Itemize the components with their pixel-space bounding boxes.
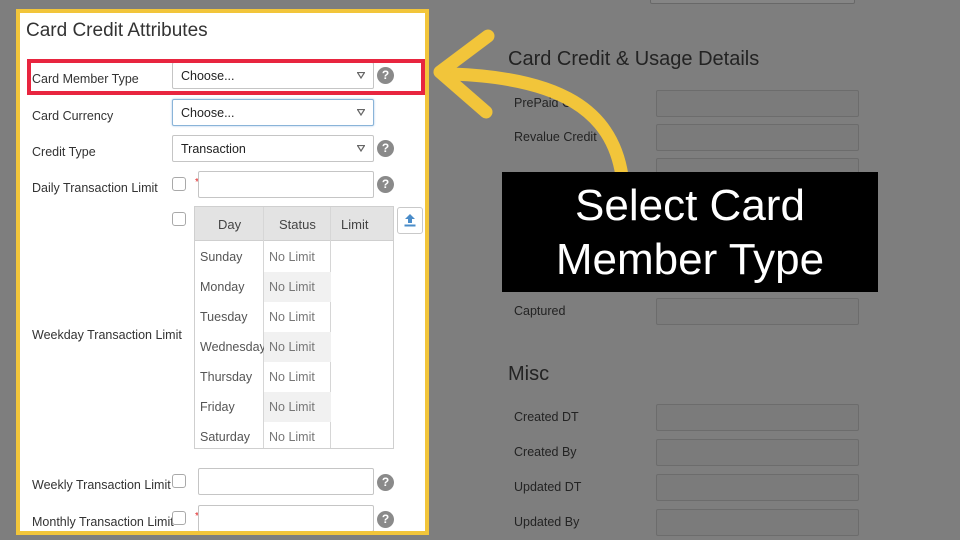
status-cell[interactable]: No Limit	[264, 422, 331, 452]
status-text: No Limit	[269, 400, 315, 414]
status-cell[interactable]: No Limit	[264, 392, 331, 422]
table-row: Wednesday No Limit	[195, 332, 393, 362]
table-header: Day Status Limit	[195, 207, 393, 241]
status-text: No Limit	[269, 370, 315, 384]
callout-line-1: Select Card	[575, 181, 805, 230]
status-text: No Limit	[269, 310, 315, 324]
status-cell[interactable]: No Limit	[264, 362, 331, 392]
chevron-down-icon	[357, 109, 365, 116]
help-icon[interactable]: ?	[377, 511, 394, 528]
day-cell: Tuesday	[200, 310, 248, 324]
day-cell: Wednesday	[200, 340, 266, 354]
daily-limit-row: Daily Transaction Limit * ?	[20, 171, 425, 201]
help-icon[interactable]: ?	[377, 140, 394, 157]
callout-line-2: Member Type	[555, 235, 825, 284]
column-header-status: Status	[279, 217, 316, 232]
weekday-limit-label: Weekday Transaction Limit	[32, 328, 182, 342]
table-row: Monday No Limit	[195, 272, 393, 302]
weekday-limit-table: Day Status Limit Sunday No Limit Monday …	[194, 206, 394, 449]
help-icon[interactable]: ?	[377, 176, 394, 193]
table-row: Friday No Limit	[195, 392, 393, 422]
status-cell[interactable]: No Limit	[264, 302, 331, 332]
card-currency-value: Choose...	[181, 106, 235, 120]
status-text: No Limit	[269, 430, 315, 444]
status-cell[interactable]: No Limit	[264, 272, 331, 302]
column-header-day: Day	[218, 217, 242, 232]
column-header-limit: Limit	[341, 217, 369, 232]
table-row: Saturday No Limit	[195, 422, 393, 452]
monthly-limit-checkbox[interactable]	[172, 511, 186, 525]
weekly-limit-row: Weekly Transaction Limit ?	[20, 468, 425, 498]
day-cell: Thursday	[200, 370, 253, 384]
monthly-limit-input[interactable]	[198, 505, 374, 531]
upload-button[interactable]	[397, 207, 423, 234]
day-cell: Friday	[200, 400, 235, 414]
status-text: No Limit	[269, 280, 315, 294]
monthly-limit-label: Monthly Transaction Limit	[32, 515, 174, 529]
credit-type-value: Transaction	[181, 142, 246, 156]
status-text: No Limit	[269, 340, 315, 354]
panel-title: Card Credit Attributes	[26, 20, 208, 41]
weekly-limit-label: Weekly Transaction Limit	[32, 478, 171, 492]
table-row: Sunday No Limit	[195, 242, 393, 272]
chevron-down-icon	[357, 145, 365, 152]
credit-type-label: Credit Type	[32, 145, 96, 159]
daily-limit-input[interactable]	[198, 171, 374, 198]
card-currency-row: Card Currency Choose...	[20, 99, 425, 129]
upload-icon	[404, 214, 416, 227]
card-credit-attributes-panel: Card Credit Attributes Card Member Type …	[16, 9, 429, 535]
status-cell[interactable]: No Limit	[264, 242, 331, 272]
status-text: No Limit	[269, 250, 315, 264]
credit-type-row: Credit Type Transaction ?	[20, 135, 425, 165]
day-cell: Sunday	[200, 250, 243, 264]
card-currency-label: Card Currency	[32, 109, 114, 123]
highlight-box	[27, 59, 425, 95]
monthly-limit-row: Monthly Transaction Limit * ?	[20, 505, 425, 531]
weekly-limit-input[interactable]	[198, 468, 374, 495]
table-row: Tuesday No Limit	[195, 302, 393, 332]
day-cell: Saturday	[200, 430, 251, 444]
table-row: Thursday No Limit	[195, 362, 393, 392]
card-currency-select[interactable]: Choose...	[172, 99, 374, 126]
weekday-limit-checkbox[interactable]	[172, 212, 186, 226]
daily-limit-checkbox[interactable]	[172, 177, 186, 191]
status-cell[interactable]: No Limit	[264, 332, 331, 362]
daily-limit-label: Daily Transaction Limit	[32, 181, 158, 195]
credit-type-select[interactable]: Transaction	[172, 135, 374, 162]
help-icon[interactable]: ?	[377, 474, 394, 491]
day-cell: Monday	[200, 280, 245, 294]
weekly-limit-checkbox[interactable]	[172, 474, 186, 488]
instruction-callout: Select Card Member Type	[502, 172, 878, 292]
